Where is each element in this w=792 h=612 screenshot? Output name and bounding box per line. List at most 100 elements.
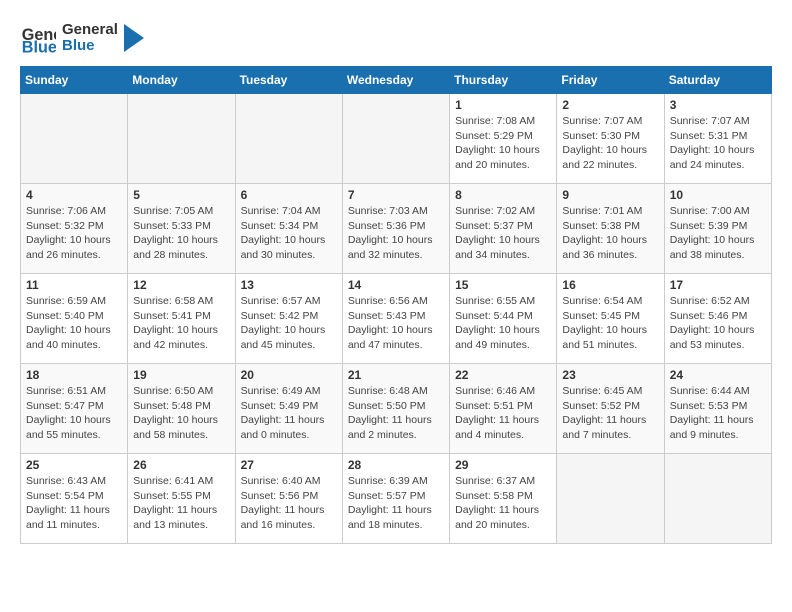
- day-info: Sunrise: 7:07 AMSunset: 5:30 PMDaylight:…: [562, 114, 658, 173]
- day-info: Sunrise: 7:00 AMSunset: 5:39 PMDaylight:…: [670, 204, 766, 263]
- day-number: 21: [348, 368, 444, 382]
- day-info: Sunrise: 6:56 AMSunset: 5:43 PMDaylight:…: [348, 294, 444, 353]
- page-header: General Blue General Blue: [20, 20, 772, 56]
- day-info: Sunrise: 6:55 AMSunset: 5:44 PMDaylight:…: [455, 294, 551, 353]
- weekday-header-wednesday: Wednesday: [342, 67, 449, 94]
- day-info: Sunrise: 6:39 AMSunset: 5:57 PMDaylight:…: [348, 474, 444, 533]
- calendar-cell: [342, 94, 449, 184]
- day-number: 19: [133, 368, 229, 382]
- day-info: Sunrise: 6:48 AMSunset: 5:50 PMDaylight:…: [348, 384, 444, 443]
- calendar-cell: 4 Sunrise: 7:06 AMSunset: 5:32 PMDaylight…: [21, 184, 128, 274]
- day-number: 6: [241, 188, 337, 202]
- day-number: 8: [455, 188, 551, 202]
- calendar-cell: 29Sunrise: 6:37 AMSunset: 5:58 PMDayligh…: [450, 454, 557, 544]
- logo-icon: General Blue: [20, 20, 56, 56]
- day-number: 9: [562, 188, 658, 202]
- day-info: Sunrise: 6:40 AMSunset: 5:56 PMDaylight:…: [241, 474, 337, 533]
- weekday-header-saturday: Saturday: [664, 67, 771, 94]
- day-info: Sunrise: 6:41 AMSunset: 5:55 PMDaylight:…: [133, 474, 229, 533]
- day-number: 10: [670, 188, 766, 202]
- day-info: Sunrise: 6:49 AMSunset: 5:49 PMDaylight:…: [241, 384, 337, 443]
- day-info: Sunrise: 6:59 AMSunset: 5:40 PMDaylight:…: [26, 294, 122, 353]
- calendar-cell: 14 Sunrise: 6:56 AMSunset: 5:43 PMDayligh…: [342, 274, 449, 364]
- calendar-cell: 26 Sunrise: 6:41 AMSunset: 5:55 PMDayligh…: [128, 454, 235, 544]
- day-number: 7: [348, 188, 444, 202]
- day-info: Sunrise: 7:07 AMSunset: 5:31 PMDaylight:…: [670, 114, 766, 173]
- calendar-cell: 1 Sunrise: 7:08 AMSunset: 5:29 PMDaylight…: [450, 94, 557, 184]
- logo: General Blue General Blue: [20, 20, 144, 56]
- day-info: Sunrise: 7:08 AMSunset: 5:29 PMDaylight:…: [455, 114, 551, 173]
- calendar-cell: 8 Sunrise: 7:02 AMSunset: 5:37 PMDaylight…: [450, 184, 557, 274]
- day-info: Sunrise: 7:02 AMSunset: 5:37 PMDaylight:…: [455, 204, 551, 263]
- calendar-week-row: 1 Sunrise: 7:08 AMSunset: 5:29 PMDaylight…: [21, 94, 772, 184]
- day-number: 25: [26, 458, 122, 472]
- calendar-cell: [664, 454, 771, 544]
- day-number: 3: [670, 98, 766, 112]
- calendar-cell: 9 Sunrise: 7:01 AMSunset: 5:38 PMDaylight…: [557, 184, 664, 274]
- day-number: 18: [26, 368, 122, 382]
- day-info: Sunrise: 6:57 AMSunset: 5:42 PMDaylight:…: [241, 294, 337, 353]
- weekday-header-friday: Friday: [557, 67, 664, 94]
- calendar-cell: 16 Sunrise: 6:54 AMSunset: 5:45 PMDayligh…: [557, 274, 664, 364]
- day-number: 1: [455, 98, 551, 112]
- calendar-cell: 23Sunrise: 6:45 AMSunset: 5:52 PMDayligh…: [557, 364, 664, 454]
- calendar-cell: 2 Sunrise: 7:07 AMSunset: 5:30 PMDaylight…: [557, 94, 664, 184]
- calendar-cell: 7 Sunrise: 7:03 AMSunset: 5:36 PMDaylight…: [342, 184, 449, 274]
- calendar-header-row: SundayMondayTuesdayWednesdayThursdayFrid…: [21, 67, 772, 94]
- day-number: 28: [348, 458, 444, 472]
- day-number: 11: [26, 278, 122, 292]
- calendar-cell: 19 Sunrise: 6:50 AMSunset: 5:48 PMDayligh…: [128, 364, 235, 454]
- calendar-cell: 13 Sunrise: 6:57 AMSunset: 5:42 PMDayligh…: [235, 274, 342, 364]
- calendar-cell: 25 Sunrise: 6:43 AMSunset: 5:54 PMDayligh…: [21, 454, 128, 544]
- day-number: 15: [455, 278, 551, 292]
- calendar-cell: 6 Sunrise: 7:04 AMSunset: 5:34 PMDaylight…: [235, 184, 342, 274]
- day-info: Sunrise: 7:06 AMSunset: 5:32 PMDaylight:…: [26, 204, 122, 263]
- calendar-week-row: 4 Sunrise: 7:06 AMSunset: 5:32 PMDaylight…: [21, 184, 772, 274]
- day-info: Sunrise: 6:50 AMSunset: 5:48 PMDaylight:…: [133, 384, 229, 443]
- calendar-cell: 28 Sunrise: 6:39 AMSunset: 5:57 PMDayligh…: [342, 454, 449, 544]
- calendar-cell: 18 Sunrise: 6:51 AMSunset: 5:47 PMDayligh…: [21, 364, 128, 454]
- day-number: 2: [562, 98, 658, 112]
- day-number: 16: [562, 278, 658, 292]
- calendar-cell: [128, 94, 235, 184]
- calendar-week-row: 11 Sunrise: 6:59 AMSunset: 5:40 PMDayligh…: [21, 274, 772, 364]
- day-info: Sunrise: 7:05 AMSunset: 5:33 PMDaylight:…: [133, 204, 229, 263]
- calendar-cell: 22 Sunrise: 6:46 AMSunset: 5:51 PMDayligh…: [450, 364, 557, 454]
- weekday-header-monday: Monday: [128, 67, 235, 94]
- day-number: 13: [241, 278, 337, 292]
- weekday-header-sunday: Sunday: [21, 67, 128, 94]
- calendar-cell: 21 Sunrise: 6:48 AMSunset: 5:50 PMDayligh…: [342, 364, 449, 454]
- day-number: 4: [26, 188, 122, 202]
- day-info: Sunrise: 6:52 AMSunset: 5:46 PMDaylight:…: [670, 294, 766, 353]
- calendar-cell: 27Sunrise: 6:40 AMSunset: 5:56 PMDayligh…: [235, 454, 342, 544]
- day-info: Sunrise: 6:46 AMSunset: 5:51 PMDaylight:…: [455, 384, 551, 443]
- day-info: Sunrise: 7:03 AMSunset: 5:36 PMDaylight:…: [348, 204, 444, 263]
- calendar-cell: 15 Sunrise: 6:55 AMSunset: 5:44 PMDayligh…: [450, 274, 557, 364]
- day-info: Sunrise: 6:51 AMSunset: 5:47 PMDaylight:…: [26, 384, 122, 443]
- svg-text:Blue: Blue: [22, 38, 56, 56]
- calendar-week-row: 18 Sunrise: 6:51 AMSunset: 5:47 PMDayligh…: [21, 364, 772, 454]
- day-number: 5: [133, 188, 229, 202]
- day-info: Sunrise: 6:54 AMSunset: 5:45 PMDaylight:…: [562, 294, 658, 353]
- day-number: 12: [133, 278, 229, 292]
- day-number: 20: [241, 368, 337, 382]
- day-number: 22: [455, 368, 551, 382]
- weekday-header-tuesday: Tuesday: [235, 67, 342, 94]
- day-info: Sunrise: 7:04 AMSunset: 5:34 PMDaylight:…: [241, 204, 337, 263]
- calendar-cell: 20 Sunrise: 6:49 AMSunset: 5:49 PMDayligh…: [235, 364, 342, 454]
- day-number: 17: [670, 278, 766, 292]
- calendar-table: SundayMondayTuesdayWednesdayThursdayFrid…: [20, 66, 772, 544]
- logo-line2: Blue: [62, 38, 118, 55]
- day-number: 26: [133, 458, 229, 472]
- calendar-cell: [557, 454, 664, 544]
- day-number: 14: [348, 278, 444, 292]
- day-number: 24: [670, 368, 766, 382]
- day-info: Sunrise: 7:01 AMSunset: 5:38 PMDaylight:…: [562, 204, 658, 263]
- calendar-cell: 12Sunrise: 6:58 AMSunset: 5:41 PMDayligh…: [128, 274, 235, 364]
- day-info: Sunrise: 6:43 AMSunset: 5:54 PMDaylight:…: [26, 474, 122, 533]
- calendar-cell: 10 Sunrise: 7:00 AMSunset: 5:39 PMDayligh…: [664, 184, 771, 274]
- logo-line1: General: [62, 22, 118, 39]
- day-info: Sunrise: 6:44 AMSunset: 5:53 PMDaylight:…: [670, 384, 766, 443]
- calendar-cell: 11 Sunrise: 6:59 AMSunset: 5:40 PMDayligh…: [21, 274, 128, 364]
- logo-arrow-icon: [124, 24, 144, 52]
